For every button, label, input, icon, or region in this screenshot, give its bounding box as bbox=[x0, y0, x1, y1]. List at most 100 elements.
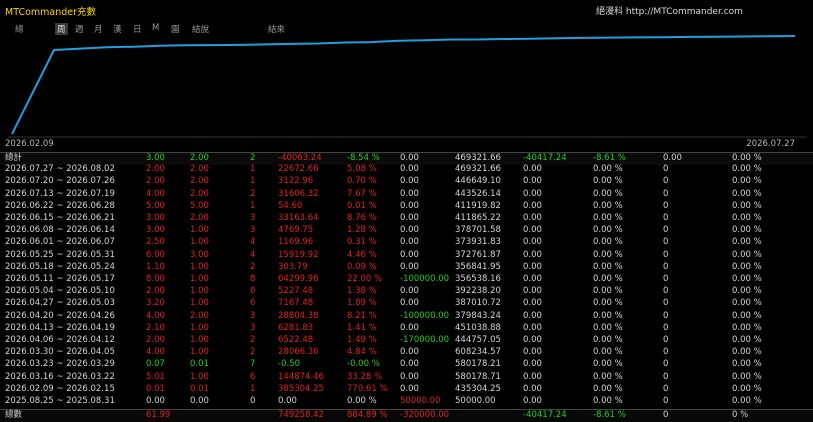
row-cell: 0.00 % bbox=[593, 237, 623, 248]
row-cell: 0.00 % bbox=[593, 396, 623, 406]
row-cell: 28066.36 bbox=[278, 347, 319, 358]
table-row[interactable]: 2026.07.13 ~ 2026.07.19 4.00 2.00 2 31606.32… bbox=[0, 189, 813, 201]
row-cell: 2.00 bbox=[146, 176, 165, 187]
table-row[interactable]: 2026.05.18 ~ 2026.05.24 1.10 1.00 2 303.79 0.… bbox=[0, 262, 813, 274]
row-cell: 1.89 % bbox=[347, 298, 377, 309]
row-cell: 0.00 % bbox=[732, 310, 762, 321]
row-cell: 580178.21 bbox=[455, 359, 501, 370]
row-cell: 31606.32 bbox=[278, 188, 319, 199]
row-cell: -0.00 % bbox=[347, 359, 380, 370]
chart-start-date: 2026.02.09 bbox=[5, 139, 54, 149]
site-link[interactable]: 絕漫科 http://MTCommander.com bbox=[596, 4, 743, 17]
row-cell: 1.00 bbox=[190, 335, 209, 345]
row-cell: 373931.83 bbox=[455, 237, 501, 248]
row-cell: 3 bbox=[250, 225, 256, 236]
row-cell: 0.00 % bbox=[593, 310, 623, 321]
table-row[interactable]: 2026.04.06 ~ 2026.04.12 2.00 1.00 2 6522.48 1… bbox=[0, 335, 813, 347]
table-row[interactable]: 2026.05.11 ~ 2026.05.17 8.00 1.00 8 64299.96… bbox=[0, 274, 813, 286]
row-cell: -100000.00 bbox=[400, 310, 450, 321]
row-cell: 0.00 bbox=[523, 347, 542, 358]
row-cell: 0.00 bbox=[400, 286, 419, 297]
table-row[interactable]: 2026.03.16 ~ 2026.03.22 5.01 1.00 6 144874.4… bbox=[0, 372, 813, 384]
row-cell: 0.00 bbox=[523, 322, 542, 333]
row-cell: 378701.58 bbox=[455, 225, 501, 236]
row-cell: 0.00 bbox=[523, 371, 542, 382]
table-row[interactable]: 2026.05.25 ~ 2026.05.31 6.00 3.00 4 15919.92… bbox=[0, 250, 813, 262]
row-cell: 0.00 bbox=[400, 176, 419, 187]
row-cell: 0.09 % bbox=[347, 261, 377, 272]
table-row[interactable]: 2026.05.04 ~ 2026.05.10 2.00 1.00 6 5227.48 1… bbox=[0, 286, 813, 298]
row-cell: 446649.10 bbox=[455, 176, 501, 187]
row-cell: 0.00 % bbox=[732, 237, 762, 248]
row-cell: 0 bbox=[663, 274, 669, 284]
row-cell: 0.00 % bbox=[593, 322, 623, 333]
tab-6[interactable]: M bbox=[152, 23, 159, 33]
row-cell: 0.00 bbox=[523, 310, 542, 321]
row-cell: 6.00 bbox=[146, 249, 165, 260]
row-cell: 2 bbox=[250, 261, 256, 272]
row-cell: 2026.04.13 ~ 2026.04.19 bbox=[5, 322, 115, 333]
table-row[interactable]: 2026.04.20 ~ 2026.04.26 4.00 2.00 3 28804.38… bbox=[0, 311, 813, 323]
row-cell: 1 bbox=[250, 164, 256, 175]
summary-cell: 總計 bbox=[5, 153, 23, 163]
row-cell: 1 bbox=[250, 176, 256, 187]
row-cell: 0.00 % bbox=[593, 164, 623, 175]
row-cell: 1.00 bbox=[190, 286, 209, 297]
row-cell: 0.00 % bbox=[593, 286, 623, 297]
table-row[interactable]: 2026.07.20 ~ 2026.07.26 2.00 2.00 1 3122.96 0… bbox=[0, 176, 813, 188]
row-cell: 1.10 bbox=[146, 261, 165, 272]
table-row[interactable]: 2026.06.22 ~ 2026.06.28 5.00 5.00 1 54.60 0.0… bbox=[0, 201, 813, 213]
table-row[interactable]: 2026.03.23 ~ 2026.03.29 0.07 0.01 7 -0.50 -0.… bbox=[0, 359, 813, 371]
row-cell: 8 bbox=[250, 274, 256, 284]
table-row[interactable]: 2026.04.27 ~ 2026.05.03 3.20 1.00 6 7167.48 1… bbox=[0, 298, 813, 310]
row-cell: 8.00 bbox=[146, 274, 165, 284]
table-row[interactable]: 2026.07.27 ~ 2026.08.02 2.00 2.00 1 22672.66… bbox=[0, 164, 813, 176]
row-cell: 3.00 bbox=[190, 249, 209, 260]
table-row[interactable]: 2026.02.09 ~ 2026.02.15 0.01 0.01 1 385304.2… bbox=[0, 384, 813, 396]
table-row[interactable]: 2025.08.25 ~ 2025.08.31 0.00 0.00 0 0.00 0.00… bbox=[0, 396, 813, 408]
row-cell: 2 bbox=[250, 347, 256, 358]
summary-cell: 2 bbox=[250, 153, 256, 163]
row-cell: 0.00 bbox=[523, 383, 542, 394]
row-cell: 580178.71 bbox=[455, 371, 501, 382]
row-cell: 0.00 bbox=[400, 249, 419, 260]
row-cell: 0.00 % bbox=[593, 335, 623, 345]
row-cell: 0.00 bbox=[400, 383, 419, 394]
row-cell: 0.00 bbox=[523, 164, 542, 175]
row-cell: 4.00 bbox=[146, 310, 165, 321]
row-cell: 0.00 % bbox=[732, 188, 762, 199]
row-cell: 372761.87 bbox=[455, 249, 501, 260]
row-cell: 6 bbox=[250, 286, 256, 297]
row-cell: 3.00 bbox=[146, 213, 165, 223]
row-cell: 0.31 % bbox=[347, 237, 377, 248]
row-cell: 28804.38 bbox=[278, 310, 319, 321]
row-cell: 0 bbox=[663, 261, 669, 272]
row-cell: 0 bbox=[663, 164, 669, 175]
row-cell: 2026.05.11 ~ 2026.05.17 bbox=[5, 274, 115, 284]
row-cell: 0.00 % bbox=[732, 322, 762, 333]
row-cell: 6281.83 bbox=[278, 322, 314, 333]
table-row[interactable]: 2026.04.13 ~ 2026.04.19 2.10 1.00 3 6281.83 1… bbox=[0, 323, 813, 335]
summary-cell: -8.54 % bbox=[347, 153, 380, 163]
table-row[interactable]: 2026.06.01 ~ 2026.06.07 2.50 1.00 4 1169.96 0… bbox=[0, 237, 813, 249]
row-cell: 22672.66 bbox=[278, 164, 319, 175]
table-row[interactable]: 2026.06.15 ~ 2026.06.21 3.00 2.00 3 33163.64… bbox=[0, 213, 813, 225]
row-cell: 0 bbox=[663, 310, 669, 321]
row-cell: 0.00 % bbox=[593, 371, 623, 382]
row-cell: 0.00 % bbox=[732, 335, 762, 345]
row-cell: 2026.04.27 ~ 2026.05.03 bbox=[5, 298, 115, 309]
row-cell: 0.00 bbox=[523, 176, 542, 187]
row-cell: 2.00 bbox=[190, 164, 209, 175]
row-cell: 6 bbox=[250, 371, 256, 382]
table-row[interactable]: 2026.06.08 ~ 2026.06.14 3.00 1.00 3 4769.75 1… bbox=[0, 225, 813, 237]
row-cell: 0.00 bbox=[523, 298, 542, 309]
row-cell: 0.01 bbox=[190, 383, 209, 394]
row-cell: 2026.03.23 ~ 2026.03.29 bbox=[5, 359, 115, 370]
row-cell: 144874.46 bbox=[278, 371, 324, 382]
row-cell: 0 bbox=[663, 188, 669, 199]
summary-cell: 2.00 bbox=[190, 153, 209, 163]
table-row[interactable]: 2026.03.30 ~ 2026.04.05 4.00 1.00 2 28066.36… bbox=[0, 347, 813, 359]
row-cell: 7.67 % bbox=[347, 188, 377, 199]
row-cell: 2026.07.13 ~ 2026.07.19 bbox=[5, 188, 115, 199]
row-cell: 0.00 bbox=[278, 396, 297, 406]
